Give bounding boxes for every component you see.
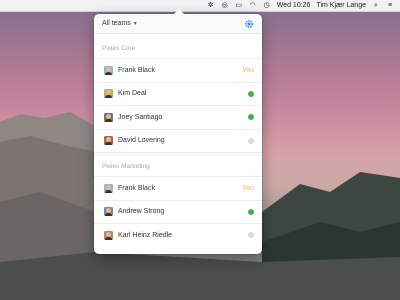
settings-gear-icon[interactable] [244, 19, 254, 29]
avatar [104, 136, 113, 146]
avatar [104, 112, 113, 122]
member-name: Karl Heinz Riedle [118, 231, 173, 239]
member-row[interactable]: Karl Heinz Riedle [94, 223, 262, 247]
member-name: Joey Santiago [118, 113, 163, 121]
online-status-dot [248, 90, 254, 97]
menu-bar-user[interactable]: Tim Kjær Lange [316, 2, 366, 9]
member-row[interactable]: Frank Black You [94, 58, 262, 82]
section-title: Pixies Marketing [102, 162, 150, 170]
team-selector-label: All teams [102, 20, 131, 27]
member-name: Andrew Strong [118, 208, 165, 216]
member-row[interactable]: Frank Black You [94, 176, 262, 200]
member-name: David Lovering [118, 137, 165, 145]
chevron-down-icon: ▼ [132, 20, 138, 27]
member-name: Kim Deal [118, 90, 147, 98]
airplay-icon[interactable]: ▭ [235, 2, 243, 10]
you-label: You [242, 66, 254, 74]
app-gear-icon[interactable]: ✲ [207, 2, 215, 10]
list-icon[interactable]: ≡ [386, 2, 394, 10]
search-icon[interactable]: ⌕ [372, 2, 380, 10]
avatar [104, 89, 113, 99]
member-row[interactable]: Andrew Strong [94, 199, 262, 224]
you-label: You [242, 184, 254, 192]
menu-bar-datetime[interactable]: Wed 10:26 [277, 2, 311, 9]
offline-status-dot [248, 232, 254, 239]
member-name: Frank Black [118, 184, 155, 192]
avatar [104, 207, 113, 217]
member-row[interactable]: Kim Deal [94, 81, 262, 106]
section-title: Pixies Core [102, 44, 136, 52]
team-section-core: Pixies Core Frank Black You Kim Deal Joe… [94, 38, 262, 152]
member-row[interactable]: Joey Santiago [94, 105, 262, 129]
offline-status-dot [248, 137, 254, 144]
avatar [104, 230, 113, 240]
team-section-marketing: Pixies Marketing Frank Black You Andrew … [94, 156, 262, 247]
avatar [104, 65, 113, 75]
wifi-icon[interactable]: ◠ [249, 2, 257, 10]
online-status-dot [248, 114, 254, 121]
menu-bar: ✲ ◎ ▭ ◠ ◷ Wed 10:26 Tim Kjær Lange ⌕ ≡ [0, 0, 400, 12]
popover-header: All teams ▼ [94, 14, 262, 34]
team-selector[interactable]: All teams ▼ [102, 20, 138, 27]
team-popover: All teams ▼ Pixies Core Frank Black You … [94, 9, 262, 254]
member-row[interactable]: David Lovering [94, 128, 262, 153]
fingerprint-icon[interactable]: ◎ [221, 2, 229, 10]
avatar [104, 183, 113, 193]
online-status-dot [248, 208, 254, 215]
time-machine-icon[interactable]: ◷ [263, 2, 271, 10]
member-name: Frank Black [118, 66, 155, 74]
